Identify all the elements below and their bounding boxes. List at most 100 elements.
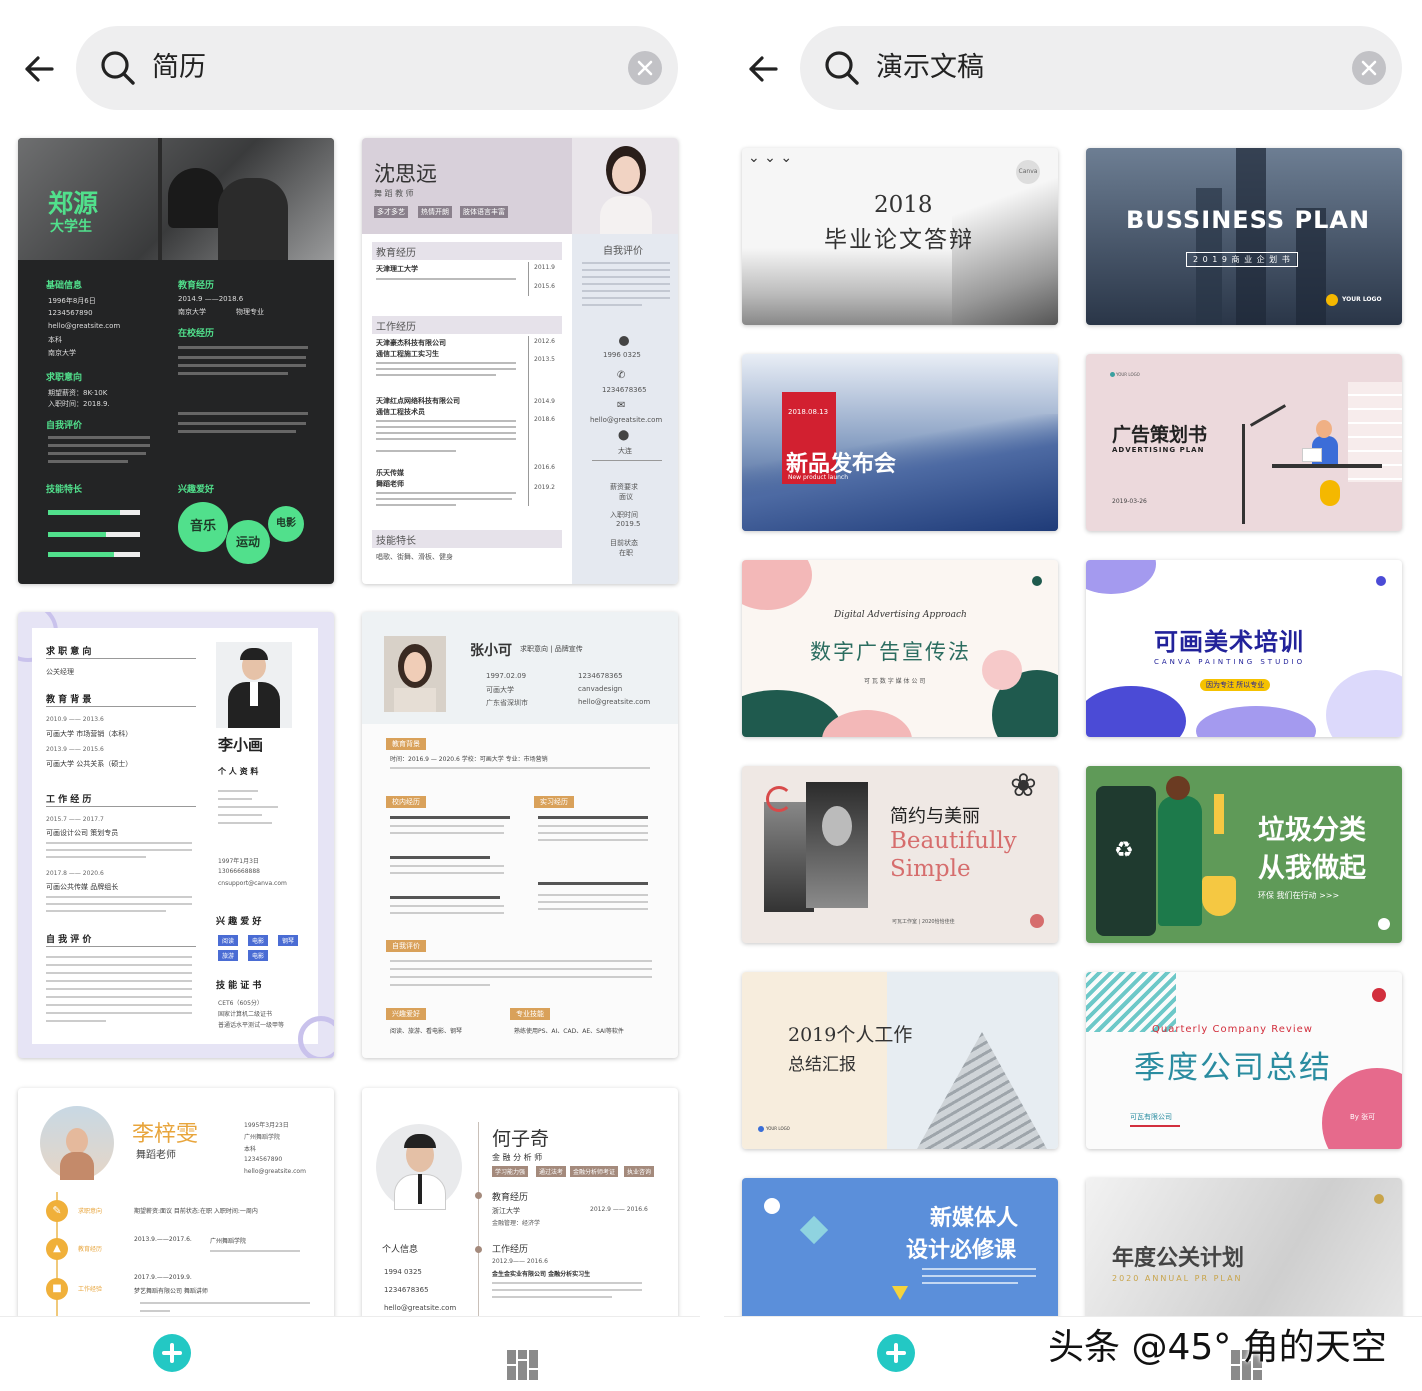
decor-blob xyxy=(1196,706,1316,737)
text-line xyxy=(538,908,648,910)
portrait-photo xyxy=(40,1106,114,1180)
job-text: 公关经理 xyxy=(46,668,74,676)
search-input[interactable]: 简历 xyxy=(152,48,206,88)
template-grid-icon[interactable] xyxy=(507,1350,539,1382)
portrait-photo xyxy=(572,138,678,234)
text-line xyxy=(390,912,504,914)
text-line xyxy=(48,444,150,447)
hobby-bubble: 音乐 xyxy=(178,502,228,552)
school-text: 可画大学 xyxy=(486,686,514,694)
work-date: 2015.7 —— 2017.7 xyxy=(46,816,104,823)
decor-blob xyxy=(982,650,1022,690)
edu-school: 广州舞蹈学院 xyxy=(210,1238,247,1245)
presentation-search-screen: 演示文稿 ⌄ ⌄ ⌄ 2018 毕业论文答辩 Canva BUSSINESS P… xyxy=(724,0,1422,1391)
worker-illustration xyxy=(1158,796,1202,926)
text-line xyxy=(46,849,192,851)
date-text: 2012.6 xyxy=(534,338,555,345)
section-heading: 校内经历 xyxy=(386,796,426,808)
work-role: 通信工程技术员 xyxy=(376,408,425,416)
resume-template-card[interactable]: 求 职 意 向 公关经理 教 育 背 景 2010.9 —— 2013.6 可画… xyxy=(18,612,334,1058)
add-icon[interactable] xyxy=(877,1334,915,1372)
text-line xyxy=(218,790,258,792)
edu-text: 时间：2016.9 — 2020.6 学校：可画大学 专业：市场营销 xyxy=(390,756,548,763)
add-icon[interactable] xyxy=(153,1334,191,1372)
desk xyxy=(1272,464,1382,468)
brand-logo: YOUR LOGO xyxy=(766,1126,790,1131)
presentation-template-card[interactable]: Quarterly Company Review 季度公司总结 可瓦有限公司 B… xyxy=(1086,972,1402,1149)
presentation-template-card[interactable]: Digital Advertising Approach 数字广告宣传法 可 瓦… xyxy=(742,560,1058,737)
worker-illustration xyxy=(1166,776,1190,800)
text-line xyxy=(538,839,648,841)
city-text: 大连 xyxy=(618,447,632,455)
decor-circle xyxy=(1322,1068,1402,1149)
triangle-decor xyxy=(892,1286,908,1300)
source-watermark: 头条 @45° 角的天空 xyxy=(1048,1327,1387,1368)
timeline-line xyxy=(528,336,529,506)
resume-template-card[interactable]: 张小可 求职意向 | 品牌宣传 1997.02.09 可画大学 广东省深圳市 1… xyxy=(362,612,678,1058)
divider xyxy=(46,658,196,659)
resume-template-card[interactable]: 李梓雯 舞蹈老师 1995年3月23日 广州舞蹈学院 本科 1234567890… xyxy=(18,1088,334,1348)
resume-name: 何子奇 xyxy=(492,1128,550,1150)
decor-blob xyxy=(1086,686,1186,737)
text-line xyxy=(376,368,516,370)
section-heading: 个 人 资 料 xyxy=(218,767,259,776)
logo-icon xyxy=(764,1198,780,1214)
text-line xyxy=(376,438,516,440)
edu-date: 2013.9 —— 2015.6 xyxy=(46,746,104,753)
recycle-icon: ♻ xyxy=(1114,838,1134,863)
text-line xyxy=(582,269,670,271)
presentation-template-card[interactable]: ♻ 垃圾分类 从我做起 环保 我们在行动 >>> xyxy=(1086,766,1402,943)
tag: 肢体语言丰富 xyxy=(460,206,508,218)
presentation-template-card[interactable]: 2018.08.13 新品发布会 New product launch xyxy=(742,354,1058,531)
skyscraper xyxy=(1236,148,1266,325)
presentation-template-card[interactable]: 简约与美丽 Beautifully Simple 可瓦工作室 | 2020恰恰佳… xyxy=(742,766,1058,943)
presentation-template-card[interactable]: 2019个人工作 总结汇报 YOUR LOGO xyxy=(742,972,1058,1149)
chair xyxy=(1320,480,1340,506)
back-arrow-icon[interactable] xyxy=(14,44,64,94)
diamond-decor xyxy=(799,1215,829,1245)
text-line xyxy=(46,988,192,990)
clear-search-button[interactable] xyxy=(1352,51,1386,85)
date-text: 2013.5 xyxy=(534,356,555,363)
hobby-tag: 阅读 xyxy=(218,935,239,946)
city-text: 南京大学 xyxy=(48,349,76,357)
search-bar[interactable]: 简历 xyxy=(76,26,678,110)
hobby-tag: 旅游 xyxy=(218,950,239,961)
text-line xyxy=(390,968,652,970)
slide-title: 广告策划书 xyxy=(1112,424,1208,446)
divider xyxy=(46,946,196,947)
hobby-tag: 钢琴 xyxy=(278,935,299,946)
divider xyxy=(46,706,196,707)
presentation-template-card[interactable]: ⌄ ⌄ ⌄ 2018 毕业论文答辩 Canva xyxy=(742,148,1058,325)
text-line xyxy=(48,460,128,463)
section-heading: 教育经历 xyxy=(492,1193,529,1203)
email-text: hello@greatsite.com xyxy=(384,1304,457,1312)
flower-decor: ❀ xyxy=(1010,766,1037,804)
phone-text: 1234678365 xyxy=(384,1286,429,1294)
logo-icon xyxy=(1110,372,1115,377)
edu-dates: 2012.9 —— 2016.6 xyxy=(590,1206,648,1213)
decor-scribble xyxy=(766,786,792,812)
back-arrow-icon[interactable] xyxy=(738,44,788,94)
clear-search-button[interactable] xyxy=(628,51,662,85)
search-bar[interactable]: 演示文稿 xyxy=(800,26,1402,110)
section-heading: 兴趣爱好 xyxy=(178,485,215,495)
text-line xyxy=(390,865,504,867)
resume-template-card[interactable]: 何子奇 金 融 分 析 师 学习能力强 通过法考 金融分析师考证 执业咨询 教育… xyxy=(362,1088,678,1348)
text-line xyxy=(376,426,516,428)
presentation-template-card[interactable]: YOUR LOGO 广告策划书 ADVERTISING PLAN 2019-03… xyxy=(1086,354,1402,531)
resume-name: 郑源 xyxy=(48,189,99,218)
section-heading: 自我评价 xyxy=(386,940,426,952)
text-line xyxy=(376,450,456,452)
work-text: 可画公共传媒 品牌组长 xyxy=(46,883,119,891)
text-line xyxy=(46,964,192,966)
resume-template-card[interactable]: 郑源 大学生 基础信息 1996年8月6日 1234567890 hello@g… xyxy=(18,138,334,584)
presentation-template-card[interactable]: 可画美术培训 CANVA PAINTING STUDIO 因为专注 所以专业 xyxy=(1086,560,1402,737)
resume-template-card[interactable]: 沈思远 舞 蹈 教 师 多才多艺 热情开朗 肢体语言丰富 教育经历 天津理工大学… xyxy=(362,138,678,584)
search-input[interactable]: 演示文稿 xyxy=(876,48,984,88)
text-line xyxy=(390,767,650,769)
search-icon xyxy=(825,51,859,85)
presentation-template-card[interactable]: BUSSINESS PLAN 2 0 1 9 商 业 企 划 书 YOUR LO… xyxy=(1086,148,1402,325)
text-line xyxy=(390,872,504,874)
text-line xyxy=(390,816,510,819)
